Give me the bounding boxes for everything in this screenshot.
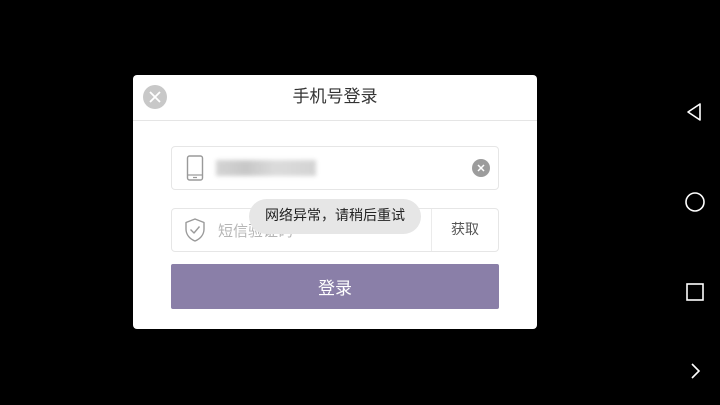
error-toast: 网络异常，请稍后重试 (249, 199, 421, 234)
clear-phone-button[interactable] (472, 159, 490, 177)
recents-icon (686, 283, 704, 301)
home-button[interactable] (680, 187, 710, 217)
phone-value-blurred (216, 160, 316, 176)
title-divider (133, 120, 537, 121)
expand-icon (691, 363, 701, 379)
dialog-title: 手机号登录 (292, 87, 378, 107)
shield-check-icon (182, 217, 208, 243)
phone-field[interactable] (171, 146, 499, 191)
back-button[interactable] (680, 97, 710, 127)
system-nav-bar (670, 0, 720, 405)
login-button[interactable]: 登录 (171, 264, 499, 309)
expand-button[interactable] (680, 356, 710, 386)
recents-button[interactable] (680, 277, 710, 307)
get-code-button[interactable]: 获取 (431, 209, 498, 251)
back-icon (687, 103, 701, 121)
home-icon (685, 192, 705, 212)
phone-icon (182, 155, 208, 181)
clear-icon (477, 164, 485, 172)
